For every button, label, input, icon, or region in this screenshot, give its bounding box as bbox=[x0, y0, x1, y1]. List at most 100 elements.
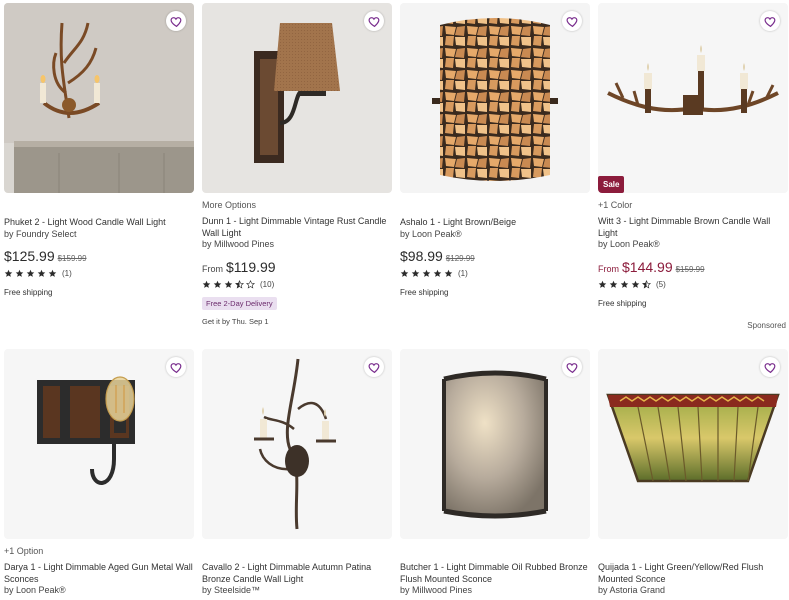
product-image[interactable] bbox=[202, 349, 392, 539]
product-image[interactable]: Sale bbox=[598, 3, 788, 193]
branch-sconce-image bbox=[254, 358, 336, 530]
star-full-icon bbox=[411, 269, 420, 278]
product-title[interactable]: Witt 3 - Light Dimmable Brown Candle Wal… bbox=[598, 216, 788, 239]
product-brand[interactable]: by Astoria Grand bbox=[598, 585, 788, 597]
favorite-button[interactable] bbox=[562, 357, 582, 377]
rating[interactable]: (1) bbox=[4, 269, 194, 278]
product-brand[interactable]: by Steelside™ bbox=[202, 585, 392, 597]
review-count: (10) bbox=[260, 279, 275, 289]
star-full-icon bbox=[37, 269, 46, 278]
product-card[interactable]: Quijada 1 - Light Green/Yellow/Red Flush… bbox=[598, 349, 788, 597]
heart-icon bbox=[170, 361, 183, 374]
rating[interactable]: (10) bbox=[202, 279, 392, 289]
product-image[interactable] bbox=[4, 3, 194, 193]
star-half-icon bbox=[235, 280, 244, 289]
product-card[interactable]: Butcher 1 - Light Dimmable Oil Rubbed Br… bbox=[400, 349, 590, 597]
star-full-icon bbox=[620, 280, 629, 289]
shipping-note: Free shipping bbox=[400, 288, 449, 297]
delivery-date: Get it by Thu. Sep 1 bbox=[202, 316, 269, 326]
shipping-note: Free shipping bbox=[598, 298, 647, 308]
star-full-icon bbox=[609, 280, 618, 289]
price: $125.99 bbox=[4, 248, 55, 264]
product-card[interactable]: Phuket 2 - Light Wood Candle Wall Light … bbox=[4, 3, 194, 297]
product-image[interactable] bbox=[400, 3, 590, 193]
sale-badge: Sale bbox=[598, 176, 625, 193]
product-card[interactable]: Ashalo 1 - Light Brown/Beige by Loon Pea… bbox=[400, 3, 590, 297]
star-full-icon bbox=[224, 280, 233, 289]
review-count: (1) bbox=[62, 269, 72, 278]
product-card[interactable]: +1 Option Darya 1 - Light Dimmable Aged … bbox=[4, 349, 194, 597]
star-half-icon bbox=[642, 280, 651, 289]
antler-three-light-image bbox=[607, 45, 779, 115]
price-from-label: From bbox=[202, 263, 223, 274]
product-image[interactable] bbox=[4, 349, 194, 539]
product-title[interactable]: Darya 1 - Light Dimmable Aged Gun Metal … bbox=[4, 562, 194, 585]
favorite-button[interactable] bbox=[166, 11, 186, 31]
product-brand[interactable]: by Loon Peak® bbox=[598, 239, 788, 251]
star-full-icon bbox=[598, 280, 607, 289]
product-card[interactable]: Sale +1 Color Witt 3 - Light Dimmable Br… bbox=[598, 3, 788, 308]
favorite-button[interactable] bbox=[364, 357, 384, 377]
product-title[interactable]: Cavallo 2 - Light Dimmable Autumn Patina… bbox=[202, 562, 392, 585]
star-full-icon bbox=[202, 280, 211, 289]
heart-icon bbox=[170, 15, 183, 28]
review-count: (1) bbox=[458, 269, 468, 278]
product-brand[interactable]: by Loon Peak® bbox=[4, 585, 194, 597]
color-options-link[interactable]: +1 Color bbox=[598, 199, 788, 211]
sale-price: $144.99 bbox=[622, 258, 673, 275]
favorite-button[interactable] bbox=[166, 357, 186, 377]
was-price: $129.99 bbox=[445, 254, 475, 263]
star-full-icon bbox=[433, 269, 442, 278]
rating[interactable]: (1) bbox=[400, 269, 590, 278]
price-from-label: From bbox=[598, 263, 619, 274]
product-title[interactable]: Quijada 1 - Light Green/Yellow/Red Flush… bbox=[598, 562, 788, 585]
star-full-icon bbox=[631, 280, 640, 289]
options-link[interactable]: +1 Option bbox=[4, 545, 194, 557]
product-title[interactable]: Phuket 2 - Light Wood Candle Wall Light bbox=[4, 217, 194, 229]
rating[interactable]: (5) bbox=[598, 279, 788, 289]
tiffany-sconce-image bbox=[606, 393, 780, 483]
gun-metal-sconce-image bbox=[37, 376, 135, 485]
product-card[interactable]: More Options Dunn 1 - Light Dimmable Vin… bbox=[202, 3, 392, 326]
product-brand[interactable]: by Millwood Pines bbox=[400, 585, 590, 597]
rust-sconce-image bbox=[254, 23, 340, 163]
options-link[interactable]: More Options bbox=[202, 199, 392, 211]
product-image[interactable] bbox=[598, 349, 788, 539]
star-full-icon bbox=[213, 280, 222, 289]
price-row: From $144.99 $159.99 bbox=[598, 259, 788, 275]
product-card[interactable]: Cavallo 2 - Light Dimmable Autumn Patina… bbox=[202, 349, 392, 597]
star-empty-icon bbox=[246, 280, 255, 289]
favorite-button[interactable] bbox=[760, 11, 780, 31]
star-full-icon bbox=[26, 269, 35, 278]
favorite-button[interactable] bbox=[364, 11, 384, 31]
mosaic-sconce-image bbox=[432, 18, 558, 181]
was-price: $159.99 bbox=[57, 254, 87, 263]
mica-sconce-image bbox=[442, 370, 548, 519]
price-row: $98.99 $129.99 bbox=[400, 248, 590, 264]
star-full-icon bbox=[400, 269, 409, 278]
star-full-icon bbox=[48, 269, 57, 278]
price: $98.99 bbox=[400, 248, 443, 264]
price: $119.99 bbox=[226, 258, 276, 275]
heart-icon bbox=[368, 361, 381, 374]
price-row: $125.99 $159.99 bbox=[4, 248, 194, 264]
heart-icon bbox=[764, 15, 777, 28]
heart-icon bbox=[566, 15, 579, 28]
product-brand[interactable]: by Loon Peak® bbox=[400, 229, 590, 241]
product-title[interactable]: Dunn 1 - Light Dimmable Vintage Rust Can… bbox=[202, 216, 392, 239]
sponsored-label: Sponsored bbox=[747, 321, 786, 330]
product-image[interactable] bbox=[202, 3, 392, 193]
review-count: (5) bbox=[656, 279, 666, 289]
product-brand[interactable]: by Foundry Select bbox=[4, 229, 194, 241]
product-title[interactable]: Ashalo 1 - Light Brown/Beige bbox=[400, 217, 590, 229]
heart-icon bbox=[566, 361, 579, 374]
favorite-button[interactable] bbox=[760, 357, 780, 377]
product-image[interactable] bbox=[400, 349, 590, 539]
star-full-icon bbox=[422, 269, 431, 278]
favorite-button[interactable] bbox=[562, 11, 582, 31]
star-full-icon bbox=[4, 269, 13, 278]
product-title[interactable]: Butcher 1 - Light Dimmable Oil Rubbed Br… bbox=[400, 562, 590, 585]
delivery-badge: Free 2-Day Delivery bbox=[202, 296, 277, 310]
price-row: From $119.99 bbox=[202, 259, 392, 275]
product-brand[interactable]: by Millwood Pines bbox=[202, 239, 392, 251]
